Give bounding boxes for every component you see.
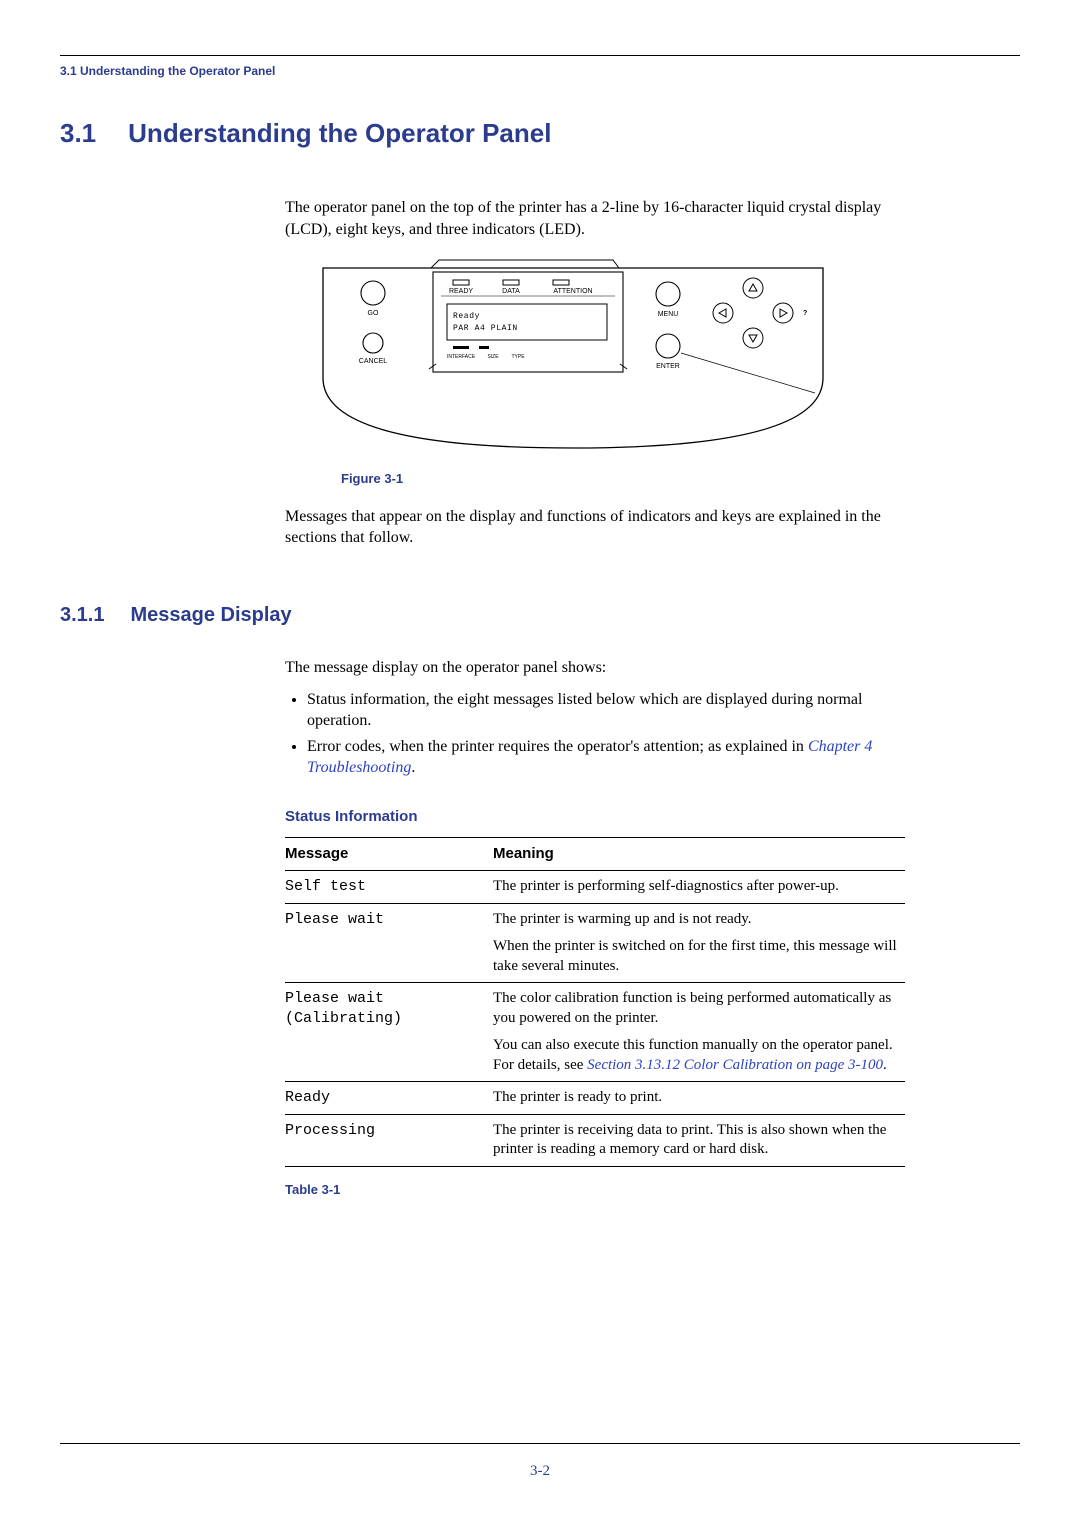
lcd-line1: Ready (453, 312, 480, 321)
section-heading: 3.1 Understanding the Operator Panel (60, 118, 1020, 149)
running-head: 3.1 Understanding the Operator Panel (60, 64, 1020, 78)
meaning-cell: The printer is receiving data to print. … (493, 1114, 905, 1166)
table-row: Self test The printer is performing self… (285, 871, 905, 904)
section-number: 3.1 (60, 118, 96, 149)
top-rule (60, 55, 1020, 56)
meaning-text: The color calibration function is being … (493, 990, 891, 1026)
meaning-text: The printer is warming up and is not rea… (493, 911, 752, 927)
meaning-extra-b: . (883, 1057, 887, 1073)
subsection-title: Message Display (130, 604, 291, 627)
after-figure-paragraph: Messages that appear on the display and … (285, 506, 905, 549)
data-label: DATA (502, 288, 520, 295)
operator-panel-figure: GO CANCEL READY DATA ATTENTION Ready (313, 258, 833, 488)
section-title: Understanding the Operator Panel (128, 118, 551, 149)
meaning-extra: When the printer is switched on for the … (493, 937, 897, 976)
list-item: Error codes, when the printer requires t… (307, 736, 905, 779)
subsection-heading: 3.1.1 Message Display (60, 604, 1020, 627)
table-row: Processing The printer is receiving data… (285, 1114, 905, 1166)
col-header-message: Message (285, 838, 493, 871)
table-row: Please wait The printer is warming up an… (285, 903, 905, 983)
go-label: GO (368, 310, 379, 317)
subsection-intro: The message display on the operator pane… (285, 657, 905, 679)
intro-paragraph: The operator panel on the top of the pri… (285, 197, 905, 240)
list-item: Status information, the eight messages l… (307, 689, 905, 732)
meaning-cell: The printer is warming up and is not rea… (493, 903, 905, 983)
enter-label: ENTER (656, 363, 680, 370)
lcd-line2: PAR A4 PLAIN (453, 324, 518, 333)
meaning-cell: The printer is ready to print. (493, 1082, 905, 1115)
status-table: Message Meaning Self test The printer is… (285, 837, 905, 1167)
bullet-1-text: Status information, the eight messages l… (307, 691, 862, 730)
bullet-2-text-b: . (411, 759, 415, 776)
bullet-2-text-a: Error codes, when the printer requires t… (307, 738, 808, 755)
meaning-cell: The printer is performing self-diagnosti… (493, 871, 905, 904)
meaning-cell: The color calibration function is being … (493, 983, 905, 1082)
col-header-meaning: Meaning (493, 838, 905, 871)
message-cell: Self test (285, 871, 493, 904)
table-row: Ready The printer is ready to print. (285, 1082, 905, 1115)
subsection-number: 3.1.1 (60, 604, 104, 627)
size-label: SIZE (487, 354, 499, 360)
calibration-link[interactable]: Section 3.13.12 Color Calibration on pag… (587, 1057, 883, 1073)
attention-label: ATTENTION (553, 288, 592, 295)
table-row: Please wait (Calibrating) The color cali… (285, 983, 905, 1082)
ready-label: READY (449, 288, 473, 295)
status-information-heading: Status Information (285, 807, 905, 827)
message-cell: Processing (285, 1114, 493, 1166)
cancel-label: CANCEL (359, 358, 388, 365)
message-cell: Please wait (Calibrating) (285, 983, 493, 1082)
table-caption: Table 3-1 (285, 1181, 905, 1199)
menu-label: MENU (658, 311, 679, 318)
help-icon: ? (803, 310, 807, 317)
message-cell: Please wait (285, 903, 493, 983)
page-footer: 3-2 (60, 1443, 1020, 1480)
type-label: TYPE (511, 354, 525, 360)
operator-panel-svg: GO CANCEL READY DATA ATTENTION Ready (313, 258, 833, 458)
page-number: 3-2 (530, 1463, 550, 1479)
message-cell: Ready (285, 1082, 493, 1115)
interface-label: INTERFACE (447, 354, 476, 360)
figure-caption: Figure 3-1 (341, 470, 833, 488)
bullet-list: Status information, the eight messages l… (307, 689, 905, 779)
